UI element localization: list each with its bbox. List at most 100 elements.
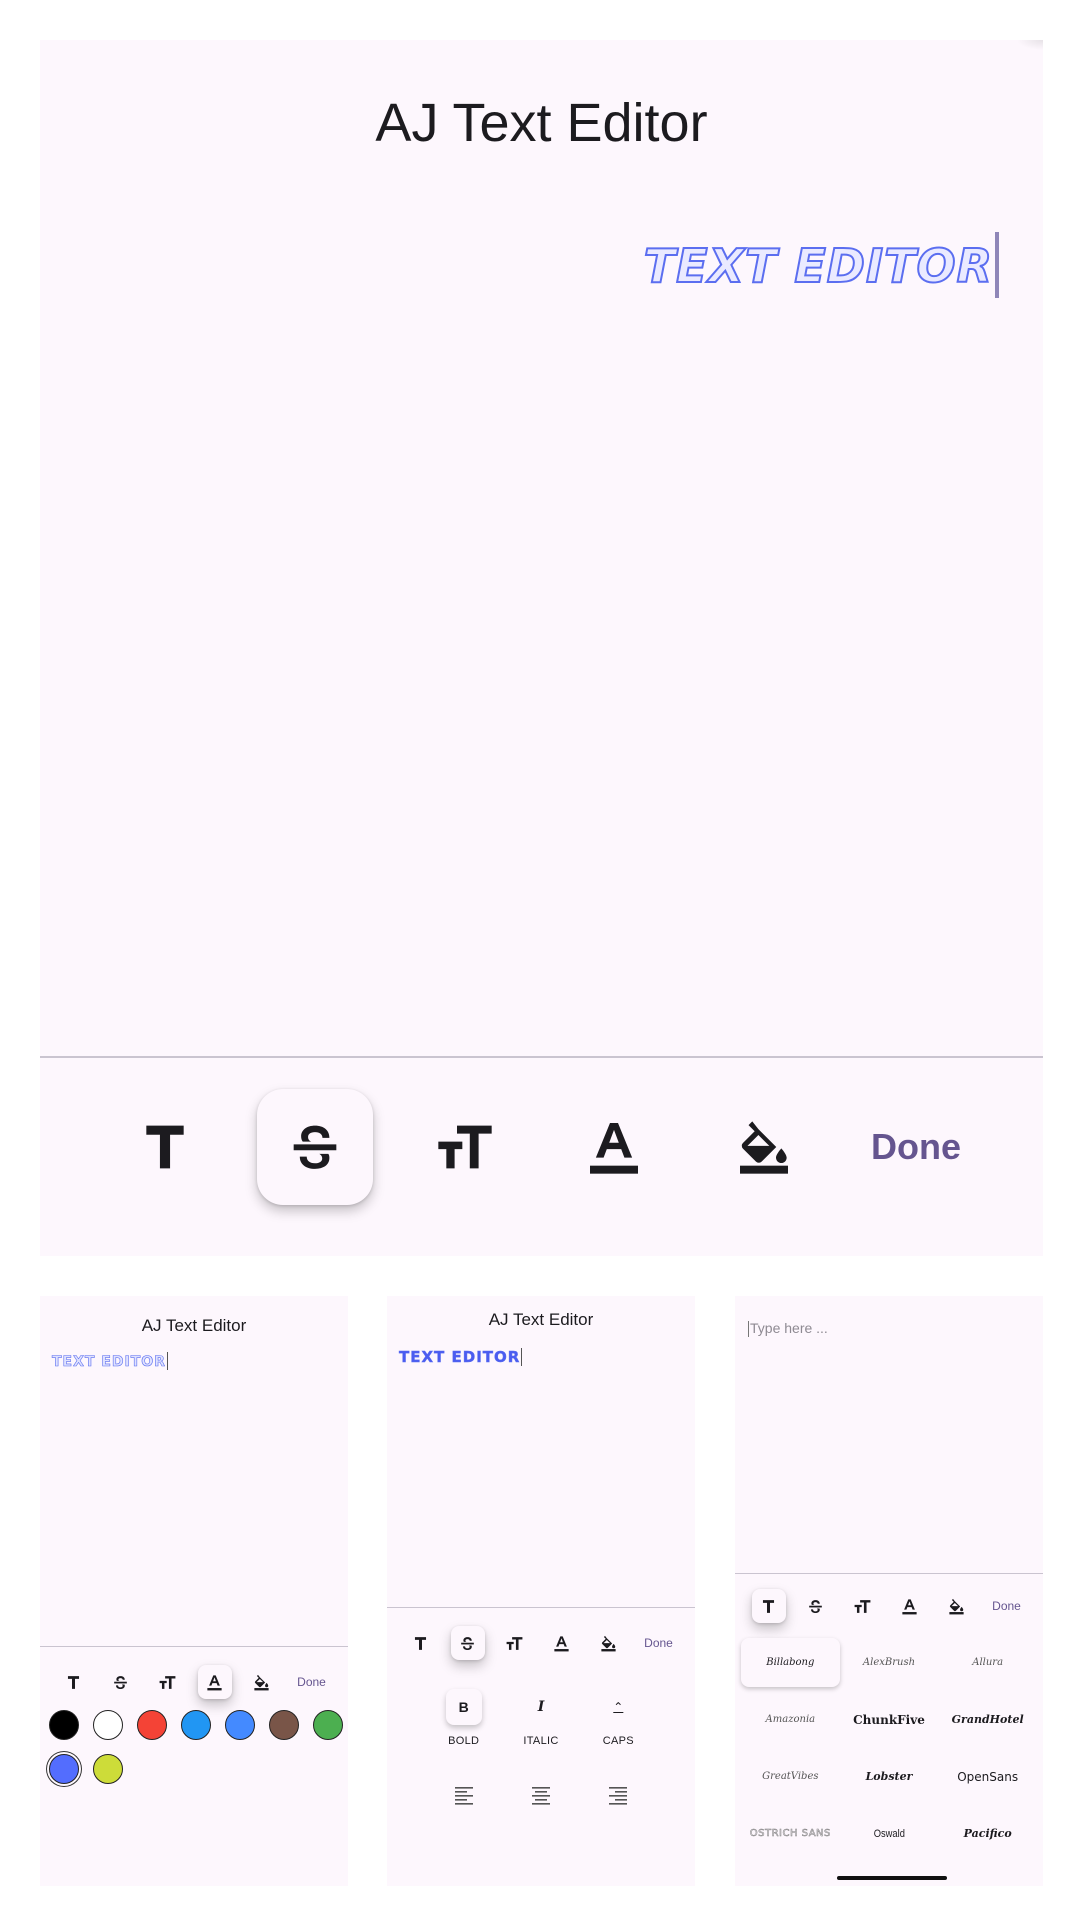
toolbar-divider	[40, 1646, 348, 1647]
font-color-button[interactable]	[545, 1626, 579, 1660]
font-option[interactable]: ChunkFive	[840, 1691, 939, 1748]
font-color-icon	[902, 1598, 917, 1614]
text-style-button[interactable]	[751, 1589, 786, 1623]
strikethrough-button[interactable]	[104, 1665, 138, 1699]
text-input[interactable]: Type here ...	[747, 1320, 828, 1337]
font-color-icon	[590, 1123, 639, 1174]
canvas-text-content: TEXT EDITOR	[643, 238, 993, 294]
text-caret	[521, 1348, 523, 1366]
color-swatch[interactable]	[181, 1710, 211, 1740]
fill-color-icon	[601, 1635, 616, 1651]
strikethrough-button[interactable]	[256, 1089, 373, 1205]
text-caret	[748, 1321, 749, 1337]
strikethrough-icon	[293, 1125, 337, 1169]
toolbar-divider	[40, 1056, 1043, 1058]
fill-color-button[interactable]	[940, 1589, 974, 1623]
preview-canvas-text[interactable]: TEXT EDITOR	[52, 1352, 168, 1370]
color-picker-preview: AJ Text Editor TEXT EDITOR Done	[40, 1296, 348, 1886]
fill-color-button[interactable]	[592, 1626, 626, 1660]
bold-option[interactable]: B BOLD	[429, 1689, 499, 1747]
text-size-icon	[854, 1599, 871, 1613]
done-button[interactable]: Done	[292, 1675, 332, 1689]
align-left-button[interactable]	[429, 1783, 499, 1807]
font-option[interactable]: Amazonia	[741, 1691, 840, 1748]
done-button[interactable]: Done	[639, 1636, 679, 1650]
font-color-button[interactable]	[893, 1589, 927, 1623]
text-icon	[67, 1675, 80, 1689]
color-swatch[interactable]	[313, 1710, 343, 1740]
caps-toggle[interactable]: ⌃	[600, 1689, 636, 1725]
color-swatch[interactable]	[49, 1754, 79, 1784]
italic-toggle[interactable]: I	[523, 1689, 559, 1725]
text-size-icon	[437, 1125, 492, 1169]
toolbar-divider	[387, 1607, 695, 1608]
font-color-button[interactable]	[197, 1665, 232, 1699]
bold-glyph: B	[458, 1699, 469, 1715]
text-icon	[762, 1599, 775, 1613]
font-color-icon	[207, 1674, 222, 1690]
text-size-button[interactable]	[407, 1089, 523, 1205]
text-style-button[interactable]	[107, 1089, 223, 1205]
color-swatch[interactable]	[93, 1754, 123, 1784]
fill-color-icon	[254, 1674, 269, 1690]
text-caret	[995, 232, 999, 298]
color-swatch-grid	[48, 1710, 344, 1784]
bold-label: BOLD	[448, 1735, 480, 1747]
text-style-button[interactable]	[404, 1626, 438, 1660]
fill-color-button[interactable]	[245, 1665, 279, 1699]
color-swatch[interactable]	[137, 1710, 167, 1740]
bold-toggle[interactable]: B	[445, 1689, 482, 1725]
text-size-button[interactable]	[151, 1665, 185, 1699]
align-right-button[interactable]	[583, 1783, 653, 1807]
font-option[interactable]: OpenSans	[938, 1748, 1037, 1805]
font-option[interactable]: AlexBrush	[840, 1634, 939, 1691]
alignment-options	[387, 1783, 695, 1807]
fill-color-button[interactable]	[706, 1089, 822, 1205]
text-style-button[interactable]	[57, 1665, 91, 1699]
preview-title: AJ Text Editor	[488, 1310, 594, 1329]
font-option[interactable]: OSTRICH SANS	[741, 1805, 840, 1862]
editor-canvas-text[interactable]: TEXT EDITOR	[643, 232, 999, 298]
strikethrough-icon	[114, 1675, 127, 1689]
color-swatch[interactable]	[225, 1710, 255, 1740]
font-color-icon	[554, 1635, 569, 1651]
font-color-button[interactable]	[556, 1089, 672, 1205]
strikethrough-button[interactable]	[799, 1589, 833, 1623]
text-size-icon	[506, 1636, 523, 1650]
font-option[interactable]: Billabong	[741, 1638, 840, 1687]
font-option[interactable]: Oswald	[847, 1805, 931, 1862]
text-caret	[166, 1352, 168, 1370]
text-size-button[interactable]	[498, 1626, 532, 1660]
align-right-icon	[609, 1787, 628, 1805]
text-style-preview: AJ Text Editor TEXT EDITOR Done B BOLD I…	[387, 1296, 695, 1886]
preview-canvas-text[interactable]: TEXT EDITOR	[399, 1348, 523, 1366]
preview-toolbar: Done	[40, 1662, 348, 1702]
text-icon	[146, 1125, 184, 1169]
color-swatch[interactable]	[49, 1710, 79, 1740]
color-swatch[interactable]	[93, 1710, 123, 1740]
text-size-button[interactable]	[846, 1589, 880, 1623]
color-swatch[interactable]	[269, 1710, 299, 1740]
home-indicator[interactable]	[837, 1876, 947, 1880]
font-option[interactable]: Allura	[938, 1634, 1037, 1691]
toolbar-divider	[735, 1573, 1043, 1574]
font-option[interactable]: Pacifico	[938, 1805, 1037, 1862]
italic-glyph: I	[537, 1699, 545, 1715]
align-left-icon	[454, 1787, 473, 1805]
done-button[interactable]: Done	[987, 1599, 1027, 1613]
font-option[interactable]: Lobster	[840, 1748, 939, 1805]
font-option[interactable]: GreatVibes	[741, 1748, 840, 1805]
preview-title: AJ Text Editor	[141, 1316, 247, 1335]
main-editor-panel: AJ Text Editor TEXT EDITOR Done	[40, 40, 1043, 1256]
strikethrough-button[interactable]	[450, 1626, 485, 1660]
caps-option[interactable]: ⌃ CAPS	[583, 1689, 653, 1747]
font-grid: Billabong AlexBrush Allura Amazonia Chun…	[741, 1634, 1037, 1862]
font-option[interactable]: GrandHotel	[938, 1691, 1037, 1748]
font-picker-preview: Type here ... Done Billabong AlexBrush A…	[735, 1296, 1043, 1886]
italic-option[interactable]: I ITALIC	[506, 1689, 576, 1747]
text-style-options: B BOLD I ITALIC ⌃ CAPS	[387, 1689, 695, 1747]
done-button[interactable]: Done	[856, 1126, 976, 1168]
align-center-button[interactable]	[506, 1783, 576, 1807]
text-icon	[414, 1636, 427, 1650]
placeholder-text: Type here ...	[750, 1320, 828, 1336]
